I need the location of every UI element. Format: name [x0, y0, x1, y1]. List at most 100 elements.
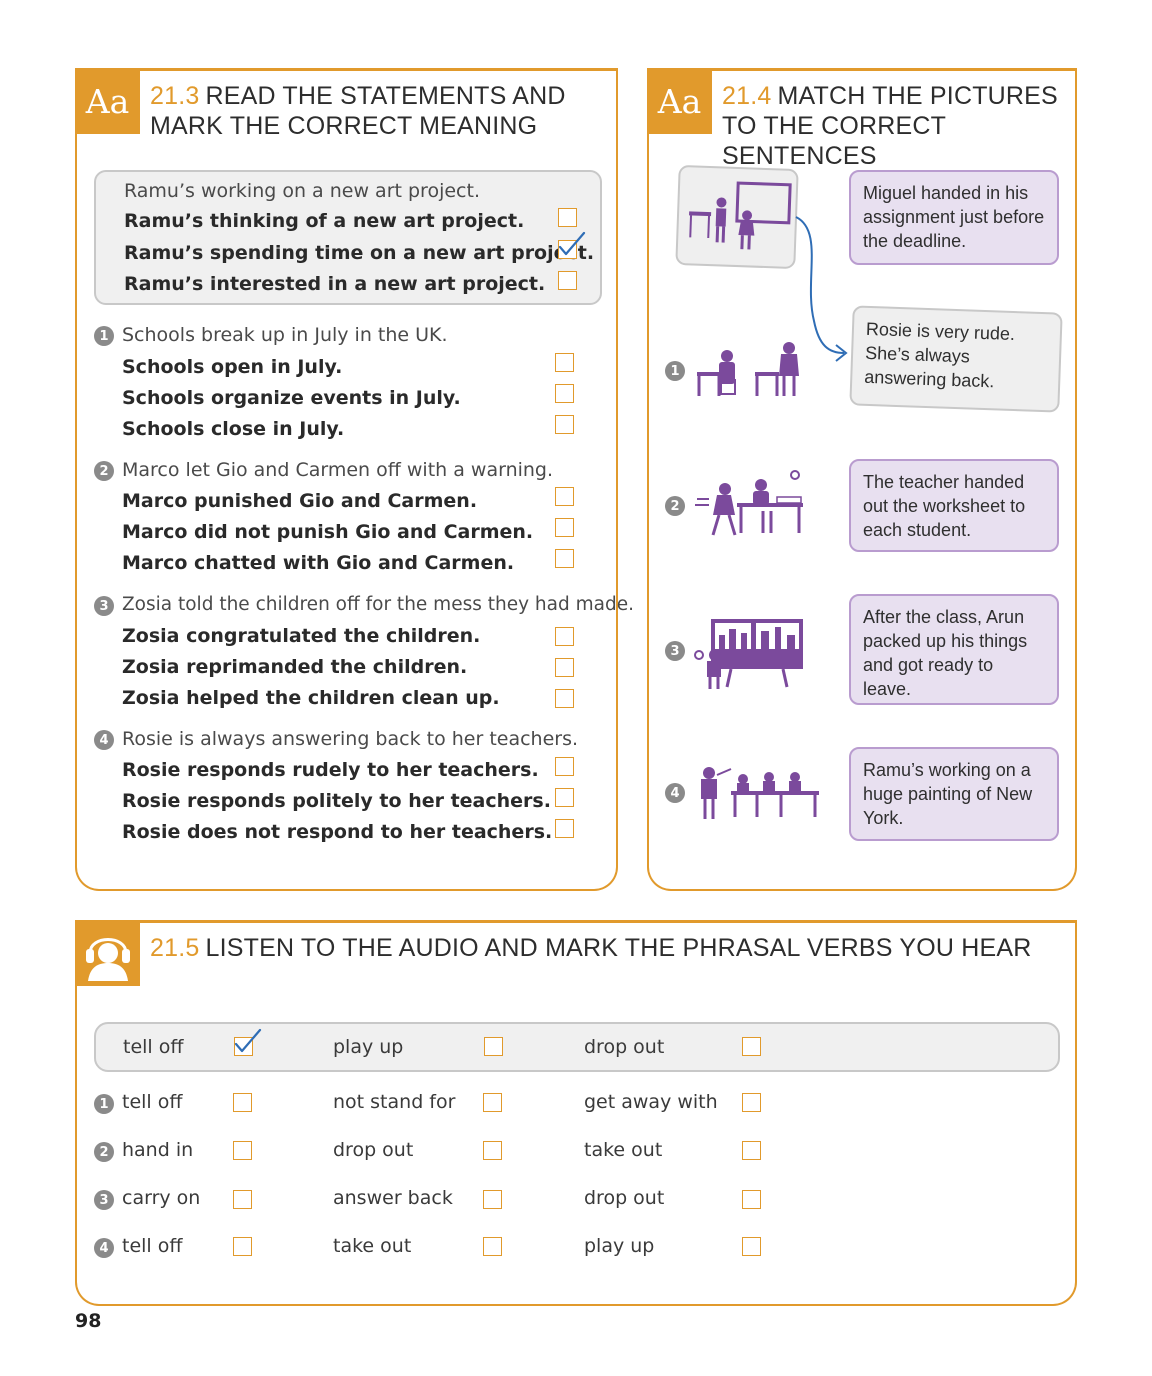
row-2-word-2: drop out [333, 1139, 414, 1161]
sentence-box-4: Ramu’s working on a huge painting of New… [849, 747, 1059, 841]
item-2-option-1: Marco punished Gio and Carmen. [122, 490, 478, 512]
row-2-word-3: take out [584, 1139, 663, 1161]
row-number-4: 4 [94, 1238, 114, 1258]
item-4-statement: Rosie is always answering back to her te… [122, 728, 579, 750]
row-3-word-3: drop out [584, 1187, 665, 1209]
item-3-checkbox-3[interactable] [555, 689, 574, 708]
classroom-with-students-icon [701, 767, 819, 819]
row-1-word-2: not stand for [333, 1091, 456, 1113]
picture-number-3: 3 [665, 641, 685, 661]
example-checkbox-3[interactable] [558, 271, 577, 290]
exercise-title: 21.4 MATCH THE PICTURES TO THE CORRECT SE… [722, 81, 1075, 171]
item-2-checkbox-3[interactable] [555, 549, 574, 568]
sentence-box-example: Rosie is very rude. She’s always answeri… [849, 305, 1063, 413]
row-1-word-1: tell off [122, 1091, 183, 1113]
example-word-2: play up [333, 1036, 404, 1058]
item-1-statement: Schools break up in July in the UK. [122, 324, 448, 346]
row-2-checkbox-2[interactable] [483, 1141, 502, 1160]
student-handing-in-assignment-icon [689, 181, 792, 250]
row-1-checkbox-1[interactable] [233, 1093, 252, 1112]
sentence-box-3: After the class, Arun packed up his thin… [849, 594, 1059, 705]
item-2-statement: Marco let Gio and Carmen off with a warn… [122, 459, 554, 481]
example-option-3: Ramu’s interested in a new art project. [124, 273, 546, 295]
exercise-title: 21.3 READ THE STATEMENTS AND MARK THE COR… [150, 81, 566, 141]
item-2-option-3: Marco chatted with Gio and Carmen. [122, 552, 515, 574]
item-4-checkbox-2[interactable] [555, 788, 574, 807]
row-4-checkbox-1[interactable] [233, 1237, 252, 1256]
example-word-1: tell off [123, 1036, 184, 1058]
item-2-checkbox-2[interactable] [555, 518, 574, 537]
example-checkbox-1[interactable] [558, 208, 577, 227]
sentence-box-2: The teacher handed out the worksheet to … [849, 459, 1059, 552]
item-4-checkbox-1[interactable] [555, 757, 574, 776]
headphones-person-icon [85, 938, 130, 981]
exercise-number: 21.5 [150, 934, 200, 962]
example-word-3-checkbox[interactable] [742, 1037, 761, 1056]
exercise-21-3-panel: Aa 21.3 READ THE STATEMENTS AND MARK THE … [75, 68, 634, 891]
checkmark-icon [558, 231, 586, 256]
item-2-checkbox-1[interactable] [555, 487, 574, 506]
exercise-21-4-panel: Aa 21.4 MATCH THE PICTURES TO THE CORRECT… [647, 68, 1077, 891]
exercise-title-line2: TO THE CORRECT SENTENCES [722, 112, 946, 170]
item-1-checkbox-2[interactable] [555, 384, 574, 403]
item-number-1: 1 [94, 326, 114, 346]
checkmark-icon [234, 1028, 262, 1053]
item-1-option-3: Schools close in July. [122, 418, 345, 440]
picture-number-4: 4 [665, 783, 685, 803]
row-2-checkbox-1[interactable] [233, 1141, 252, 1160]
row-1-checkbox-3[interactable] [742, 1093, 761, 1112]
item-number-3: 3 [94, 596, 114, 616]
item-1-checkbox-1[interactable] [555, 353, 574, 372]
item-4-option-3: Rosie does not respond to her teachers. [122, 821, 553, 843]
new-york-painting-icon [694, 619, 803, 689]
item-4-checkbox-3[interactable] [555, 819, 574, 838]
row-3-word-1: carry on [122, 1187, 201, 1209]
row-4-word-1: tell off [122, 1235, 183, 1257]
row-number-1: 1 [94, 1094, 114, 1114]
item-1-option-2: Schools organize events in July. [122, 387, 461, 409]
example-row: tell off play up drop out [94, 1022, 1060, 1072]
row-number-3: 3 [94, 1190, 114, 1210]
row-4-checkbox-3[interactable] [742, 1237, 761, 1256]
item-1-option-1: Schools open in July. [122, 356, 343, 378]
row-3-word-2: answer back [333, 1187, 453, 1209]
item-number-2: 2 [94, 461, 114, 481]
students-at-desks-icon [697, 342, 799, 396]
page-number: 98 [75, 1310, 102, 1332]
row-1-word-3: get away with [584, 1091, 718, 1113]
row-number-2: 2 [94, 1142, 114, 1162]
exercise-21-5-panel: 21.5 LISTEN TO THE AUDIO AND MARK THE PHR… [75, 920, 1077, 1306]
item-1-checkbox-3[interactable] [555, 415, 574, 434]
exercise-title-line1: MATCH THE PICTURES [777, 82, 1058, 110]
example-word-2-checkbox[interactable] [484, 1037, 503, 1056]
teacher-handing-out-worksheet-icon [695, 470, 803, 536]
item-3-checkbox-1[interactable] [555, 627, 574, 646]
example-box: Ramu’s working on a new art project. Ram… [94, 170, 602, 305]
row-3-checkbox-1[interactable] [233, 1190, 252, 1209]
example-picture-card [675, 164, 799, 270]
row-4-checkbox-2[interactable] [483, 1237, 502, 1256]
exercise-title-text: LISTEN TO THE AUDIO AND MARK THE PHRASAL… [205, 934, 1032, 962]
row-1-checkbox-2[interactable] [483, 1093, 502, 1112]
row-4-word-3: play up [584, 1235, 655, 1257]
item-3-option-1: Zosia congratulated the children. [122, 625, 481, 647]
row-2-checkbox-3[interactable] [742, 1141, 761, 1160]
item-4-option-1: Rosie responds rudely to her teachers. [122, 759, 539, 781]
picture-number-2: 2 [665, 496, 685, 516]
row-4-word-2: take out [333, 1235, 412, 1257]
item-3-checkbox-2[interactable] [555, 658, 574, 677]
item-3-statement: Zosia told the children off for the mess… [122, 594, 634, 615]
exercise-number: 21.4 [722, 82, 772, 110]
row-3-checkbox-2[interactable] [483, 1190, 502, 1209]
exercise-title-line1: READ THE STATEMENTS AND [205, 82, 566, 110]
item-3-option-2: Zosia reprimanded the children. [122, 656, 468, 678]
item-3-option-3: Zosia helped the children clean up. [122, 687, 500, 709]
item-4-option-2: Rosie responds politely to her teachers. [122, 790, 551, 812]
example-word-1-checkbox[interactable] [234, 1028, 262, 1056]
example-word-3: drop out [584, 1036, 665, 1058]
row-3-checkbox-3[interactable] [742, 1190, 761, 1209]
picture-number-1: 1 [665, 361, 685, 381]
example-option-1: Ramu’s thinking of a new art project. [124, 210, 525, 232]
vocabulary-badge: Aa [647, 68, 712, 134]
example-checkbox-2[interactable] [558, 231, 586, 259]
